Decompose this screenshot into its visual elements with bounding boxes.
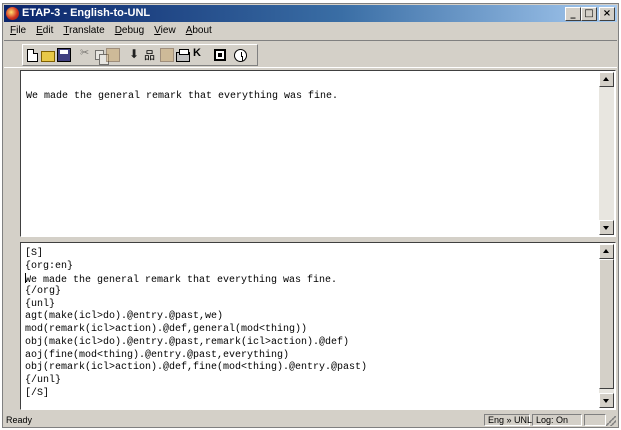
toolbar-separator	[72, 47, 78, 63]
resize-grip-icon[interactable]	[606, 416, 616, 426]
output-line: agt(make(icl>do).@entry.@past,we)	[25, 311, 224, 323]
menu-translate[interactable]: Translate	[58, 23, 109, 39]
status-bar: Ready Eng » UNL Log: On	[4, 414, 617, 427]
close-button[interactable]: ×	[599, 7, 615, 21]
scroll-up-button[interactable]	[599, 244, 614, 259]
toolbar-area	[4, 40, 617, 68]
source-sentence: We made the general remark that everythi…	[26, 91, 339, 102]
scroll-up-button[interactable]	[599, 72, 614, 87]
output-pane[interactable]: [S] {org:en} We made the general remark …	[20, 242, 616, 410]
menu-edit[interactable]: Edit	[31, 23, 58, 39]
toolbar-separator	[227, 47, 233, 63]
cut-icon[interactable]	[79, 46, 93, 62]
clock-icon[interactable]	[234, 48, 247, 62]
source-scrollbar[interactable]	[599, 72, 614, 235]
paste-icon[interactable]	[106, 48, 120, 62]
scroll-down-button[interactable]	[599, 220, 614, 235]
app-window: ETAP-3 - English-to-UNL _ □ × File Edit …	[2, 3, 619, 428]
output-lines: [S] {org:en} We made the general remark …	[25, 248, 367, 400]
new-file-icon[interactable]	[27, 48, 38, 62]
toolbar-separator	[121, 47, 127, 63]
tree-icon[interactable]	[144, 47, 158, 63]
status-text: Ready	[6, 415, 33, 425]
menu-file[interactable]: File	[4, 23, 31, 39]
output-line: {unl}	[25, 298, 56, 310]
log-status: Log: On	[532, 414, 582, 426]
ks-icon[interactable]	[192, 47, 206, 62]
output-line: [S]	[25, 248, 44, 259]
menu-bar: File Edit Translate Debug View About	[4, 23, 617, 39]
save-icon[interactable]	[57, 48, 71, 62]
maximize-button[interactable]: □	[581, 7, 597, 21]
menu-view[interactable]: View	[149, 23, 181, 39]
scroll-down-button[interactable]	[599, 393, 614, 408]
window-title: ETAP-3 - English-to-UNL	[22, 7, 151, 19]
toolbar	[22, 44, 258, 66]
clipboard-icon[interactable]	[160, 48, 174, 62]
output-scrollbar[interactable]	[599, 244, 614, 408]
output-line: We made the general remark that everythi…	[25, 273, 338, 287]
output-line: aoj(fine(mod<thing).@entry.@past,everyth…	[25, 349, 290, 361]
source-text-area[interactable]: We made the general remark that everythi…	[22, 72, 599, 235]
status-empty-cell	[584, 414, 606, 426]
output-line: obj(remark(icl>action).@def,fine(mod<thi…	[25, 362, 368, 374]
translate-arrow-icon[interactable]	[128, 47, 142, 62]
language-direction: Eng » UNL	[484, 414, 532, 426]
output-text-area[interactable]: [S] {org:en} We made the general remark …	[22, 244, 599, 408]
open-folder-icon[interactable]	[41, 50, 55, 62]
title-bar[interactable]: ETAP-3 - English-to-UNL _ □ ×	[4, 5, 617, 22]
scroll-thumb[interactable]	[599, 259, 614, 389]
minimize-button[interactable]: _	[565, 7, 581, 21]
app-icon[interactable]	[6, 7, 19, 20]
output-line: {/org}	[25, 286, 62, 298]
menu-about[interactable]: About	[181, 23, 217, 39]
copy-icon[interactable]	[95, 50, 109, 65]
output-line: {org:en}	[25, 260, 74, 272]
print-icon[interactable]	[176, 48, 190, 62]
output-line: [/S]	[25, 387, 50, 399]
source-text-pane[interactable]: We made the general remark that everythi…	[20, 70, 616, 237]
output-line: {/unl}	[25, 374, 62, 386]
output-line: obj(make(icl>do).@entry.@past,remark(icl…	[25, 336, 350, 348]
output-line: mod(remark(icl>action).@def,general(mod<…	[25, 324, 308, 336]
menu-debug[interactable]: Debug	[110, 23, 149, 39]
toolbar-separator	[207, 47, 213, 63]
frame-icon[interactable]	[214, 49, 226, 61]
